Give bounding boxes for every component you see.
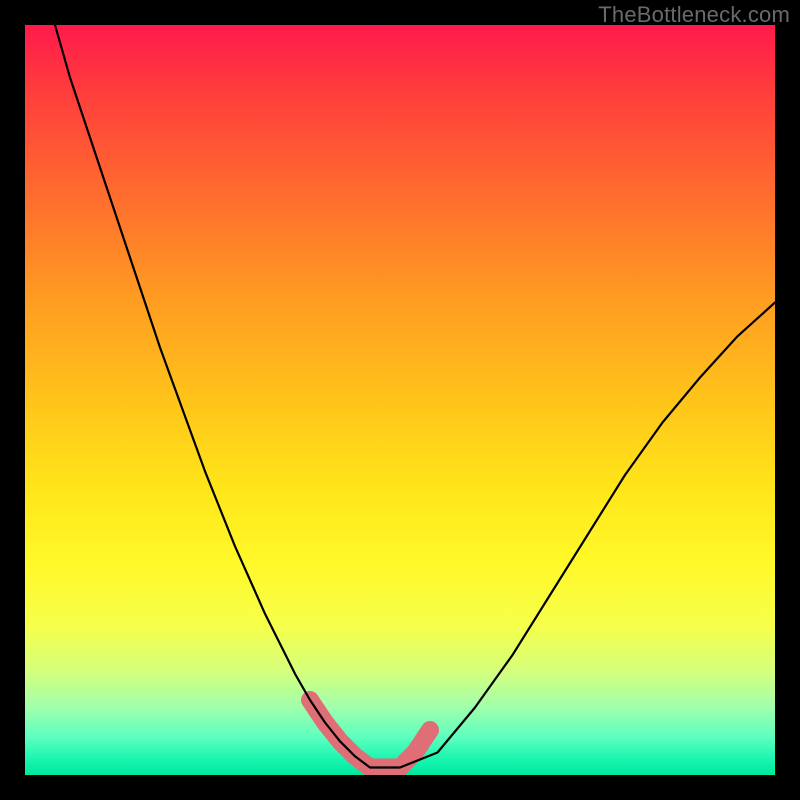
bottleneck-curve [55, 25, 775, 768]
chart-frame: TheBottleneck.com [0, 0, 800, 800]
curve-layer [25, 25, 775, 775]
optimal-range-curve [310, 700, 430, 768]
watermark-text: TheBottleneck.com [598, 2, 790, 28]
plot-area [25, 25, 775, 775]
